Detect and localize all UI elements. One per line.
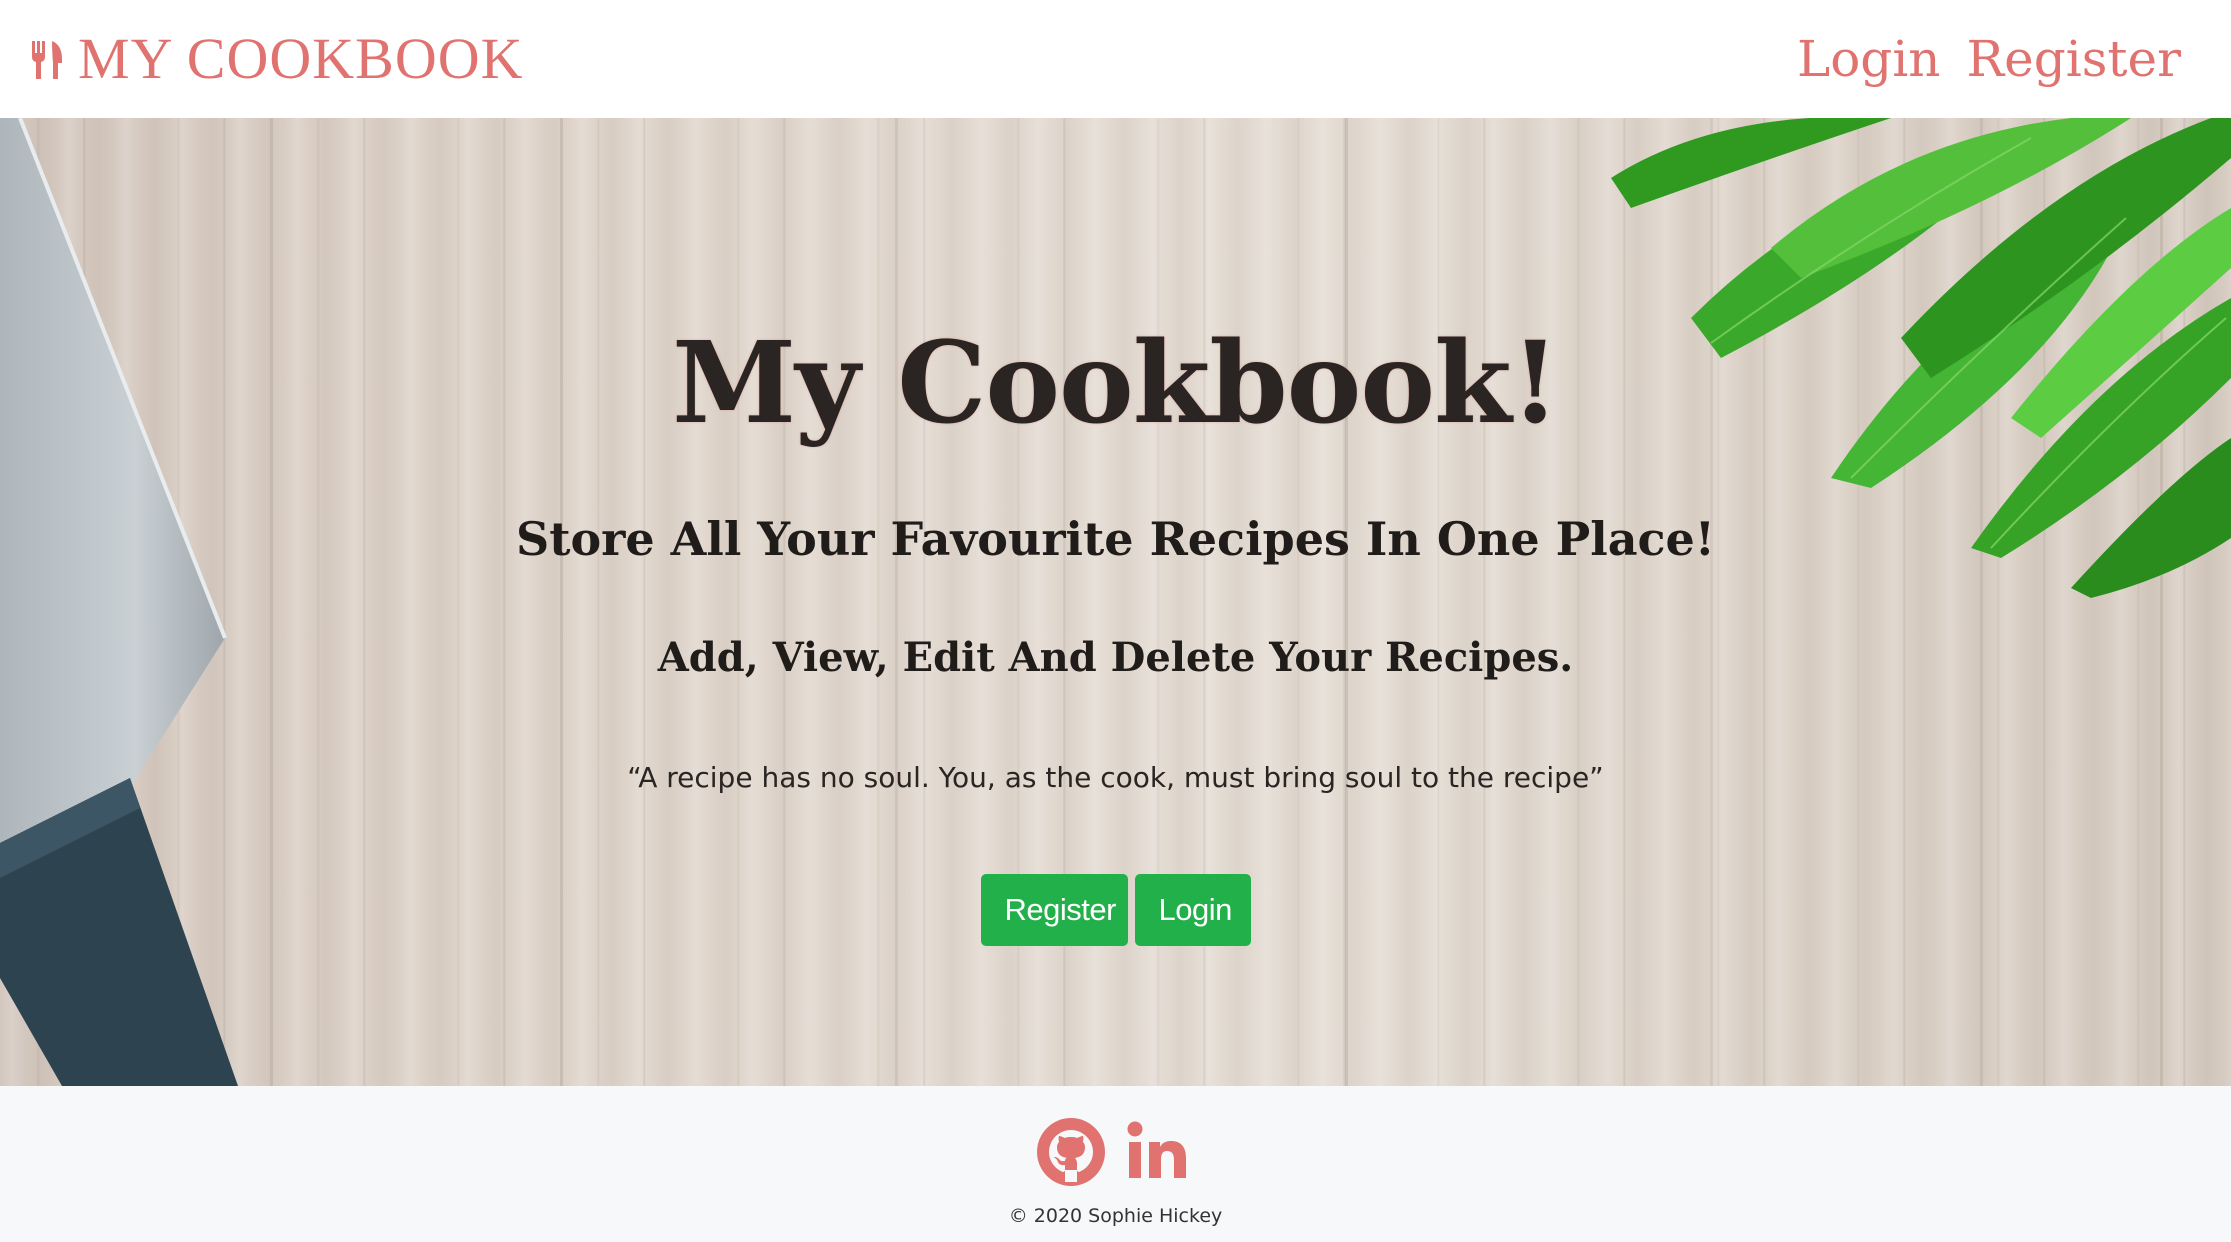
login-button[interactable]: Login [1134,874,1251,946]
register-button[interactable]: Register [980,874,1128,946]
copyright-text: © 2020 Sophie Hickey [1008,1205,1223,1227]
hero-tagline: Add, View, Edit And Delete Your Recipes. [657,634,1574,681]
hero-section: My Cookbook! Store All Your Favourite Re… [0,118,2231,1086]
social-links [0,1116,2231,1193]
github-icon [1036,1118,1105,1186]
brand-title: MY COOKBOOK [78,26,524,91]
hero-buttons: Register Login [0,874,2231,946]
brand-link[interactable]: MY COOKBOOK [30,30,524,88]
nav-links: Login Register [1797,34,2181,84]
linkedin-link[interactable] [1125,1116,1197,1193]
navbar: MY COOKBOOK Login Register [0,0,2231,118]
utensils-icon [32,41,62,79]
github-link[interactable] [1035,1116,1107,1193]
nav-login-link[interactable]: Login [1797,34,1941,84]
hero-content: My Cookbook! Store All Your Favourite Re… [0,118,2231,1086]
linkedin-icon [1127,1121,1186,1178]
nav-register-link[interactable]: Register [1967,34,2181,84]
hero-title: My Cookbook! [672,318,1560,449]
footer: © 2020 Sophie Hickey [0,1086,2231,1242]
hero-subtitle: Store All Your Favourite Recipes In One … [515,512,1715,566]
hero-quote: “A recipe has no soul. You, as the cook,… [627,761,1604,794]
